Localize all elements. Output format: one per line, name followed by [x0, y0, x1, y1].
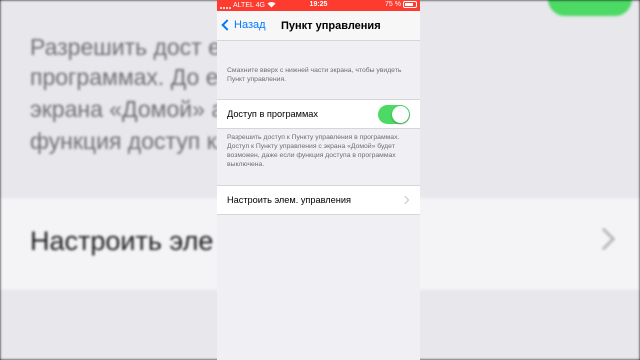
- status-right: 75 %: [385, 1, 417, 8]
- status-bar: ALTEL 4G 19:25 75 %: [217, 0, 420, 11]
- access-description: Разрешить доступ к Пункту управления в п…: [227, 134, 400, 168]
- toggle-knob: [392, 106, 409, 123]
- back-label: Назад: [234, 19, 266, 31]
- access-in-apps-toggle[interactable]: [378, 105, 410, 124]
- access-in-apps-row: Доступ в программах: [217, 99, 420, 129]
- navigation-bar: Назад Пункт управления: [217, 11, 420, 41]
- backdrop-toggle: [548, 0, 632, 16]
- customize-controls-label: Настроить элем. управления: [227, 195, 351, 205]
- page-title: Пункт управления: [281, 20, 381, 32]
- control-center-hint: Смахните вверх с нижней части экрана, чт…: [227, 67, 402, 83]
- chevron-right-icon: [400, 195, 410, 205]
- access-in-apps-label: Доступ в программах: [227, 109, 318, 119]
- battery-percent: 75 %: [385, 1, 401, 8]
- back-button[interactable]: Назад: [221, 19, 266, 31]
- chevron-left-icon: [221, 19, 233, 31]
- phone-screen: ALTEL 4G 19:25 75 % Назад Пункт управлен…: [217, 0, 420, 360]
- customize-controls-row[interactable]: Настроить элем. управления: [217, 185, 420, 215]
- battery-icon: [403, 1, 417, 8]
